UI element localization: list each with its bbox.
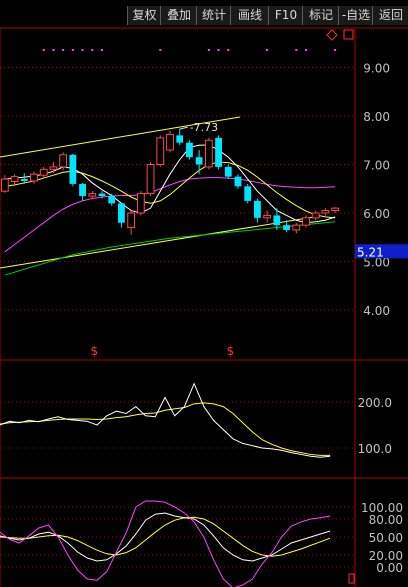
y-tick-label: 6.00 bbox=[363, 207, 390, 221]
candle-body bbox=[59, 154, 68, 168]
candle-body bbox=[263, 214, 272, 219]
candle-body bbox=[146, 164, 155, 195]
stock-chart[interactable]: 9.008.007.006.005.004.00-7.735.21$ $200.0… bbox=[0, 0, 408, 587]
candle-body bbox=[283, 225, 290, 230]
flag-icon[interactable] bbox=[348, 573, 355, 584]
candle-body bbox=[321, 210, 330, 214]
current-price-label: 5.21 bbox=[357, 245, 384, 259]
candle-body bbox=[311, 212, 320, 219]
candle-body bbox=[273, 215, 281, 226]
event-dot bbox=[207, 49, 210, 51]
event-dot bbox=[42, 49, 45, 51]
volume-tick-label: 100.0 bbox=[358, 442, 392, 456]
y-tick-label: 9.00 bbox=[363, 62, 390, 76]
event-marker: $ bbox=[226, 344, 234, 358]
candle-body bbox=[118, 203, 125, 223]
trend-line-lower bbox=[0, 215, 321, 269]
candle-body bbox=[0, 178, 9, 192]
event-dot bbox=[81, 49, 84, 51]
ma5-line bbox=[4, 144, 336, 224]
candle-body bbox=[176, 135, 184, 143]
high-pointer bbox=[179, 126, 188, 130]
event-dot bbox=[159, 49, 162, 51]
candle-body bbox=[156, 137, 165, 165]
high-price-label: -7.73 bbox=[190, 121, 218, 134]
candle-body bbox=[254, 200, 261, 218]
candle-body bbox=[49, 166, 58, 170]
diamond-icon[interactable] bbox=[326, 29, 338, 41]
candle-body bbox=[195, 157, 203, 165]
candle-body bbox=[20, 179, 28, 181]
candle-body bbox=[204, 139, 213, 168]
candle-body bbox=[10, 176, 19, 182]
candle-body bbox=[136, 193, 145, 214]
event-dot bbox=[295, 49, 298, 51]
kdj-j-line bbox=[0, 500, 331, 587]
event-marker: $ bbox=[90, 344, 98, 358]
event-dot bbox=[91, 49, 94, 51]
event-dot bbox=[227, 49, 230, 51]
candle-body bbox=[108, 196, 116, 204]
candle-body bbox=[166, 133, 174, 151]
event-dot bbox=[334, 49, 337, 51]
candle-body bbox=[88, 193, 97, 197]
candle-body bbox=[39, 168, 48, 176]
kdj-tick-label: 0.00 bbox=[376, 561, 403, 575]
event-dot bbox=[305, 49, 307, 51]
event-dot bbox=[217, 49, 220, 51]
square-icon[interactable] bbox=[343, 29, 354, 40]
candle-body bbox=[234, 176, 242, 187]
candle-body bbox=[127, 212, 136, 229]
candle-body bbox=[186, 142, 193, 158]
event-dot bbox=[71, 49, 74, 51]
candle-body bbox=[224, 166, 232, 177]
candle-body bbox=[98, 193, 106, 197]
candle-body bbox=[30, 173, 38, 182]
volume-ma-line-2 bbox=[0, 402, 331, 456]
y-tick-label: 8.00 bbox=[363, 110, 390, 124]
event-dot bbox=[101, 49, 103, 51]
event-dot bbox=[52, 49, 55, 51]
candle-body bbox=[215, 137, 222, 167]
y-tick-label: 4.00 bbox=[363, 304, 390, 318]
candle-body bbox=[69, 154, 77, 184]
y-tick-label: 7.00 bbox=[363, 159, 390, 173]
candle-body bbox=[331, 207, 340, 212]
candle-body bbox=[292, 224, 301, 231]
event-dot bbox=[62, 49, 65, 51]
volume-tick-label: 200.0 bbox=[358, 396, 392, 410]
candle-body bbox=[79, 183, 86, 197]
kdj-tick-label: 50.00 bbox=[369, 531, 403, 545]
candle-body bbox=[244, 186, 252, 201]
kdj-tick-label: 80.00 bbox=[369, 513, 403, 527]
event-dot bbox=[266, 49, 269, 51]
candle-body bbox=[302, 217, 310, 226]
